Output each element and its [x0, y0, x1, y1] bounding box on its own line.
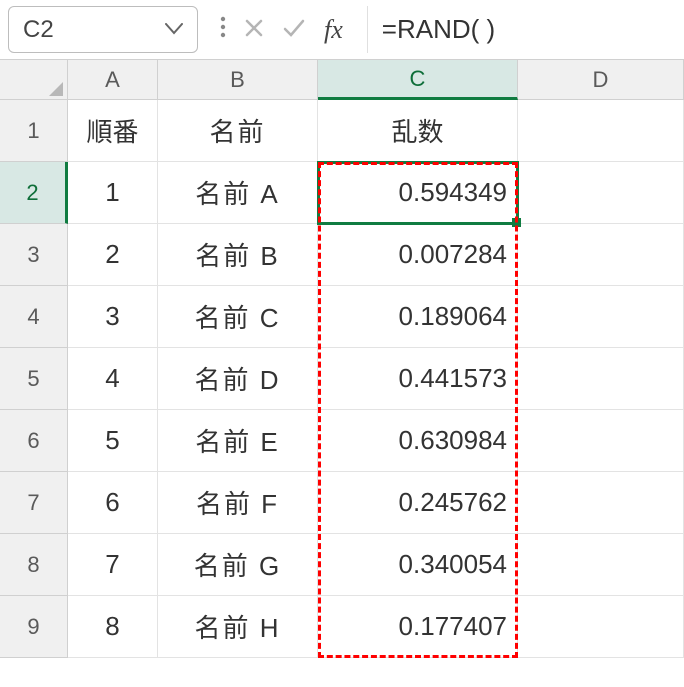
- cell-B6[interactable]: 名前 E: [158, 410, 318, 472]
- cell-D9[interactable]: [518, 596, 684, 658]
- cell-C8[interactable]: 0.340054: [318, 534, 518, 596]
- cell-A9[interactable]: 8: [68, 596, 158, 658]
- cell-B8[interactable]: 名前 G: [158, 534, 318, 596]
- cell-C7[interactable]: 0.245762: [318, 472, 518, 534]
- cell-C4[interactable]: 0.189064: [318, 286, 518, 348]
- row-header-5[interactable]: 5: [0, 348, 68, 410]
- table-row: 3 2 名前 B 0.007284: [0, 224, 684, 286]
- formula-input[interactable]: =RAND( ): [367, 6, 684, 53]
- cell-D4[interactable]: [518, 286, 684, 348]
- row-header-7[interactable]: 7: [0, 472, 68, 534]
- cell-D8[interactable]: [518, 534, 684, 596]
- cell-C9[interactable]: 0.177407: [318, 596, 518, 658]
- cell-D5[interactable]: [518, 348, 684, 410]
- cell-D2[interactable]: [518, 162, 684, 224]
- cell-C1[interactable]: 乱数: [318, 100, 518, 162]
- formula-text: =RAND( ): [382, 14, 495, 45]
- cell-B5[interactable]: 名前 D: [158, 348, 318, 410]
- column-header-A[interactable]: A: [68, 60, 158, 100]
- cell-B4[interactable]: 名前 C: [158, 286, 318, 348]
- grid: A B C D 1 順番 名前 乱数 2 1 名前 A 0.594349 3 2…: [0, 60, 684, 658]
- cell-A7[interactable]: 6: [68, 472, 158, 534]
- row-header-4[interactable]: 4: [0, 286, 68, 348]
- row-header-3[interactable]: 3: [0, 224, 68, 286]
- cell-D7[interactable]: [518, 472, 684, 534]
- table-row: 5 4 名前 D 0.441573: [0, 348, 684, 410]
- cell-D1[interactable]: [518, 100, 684, 162]
- cell-A2[interactable]: 1: [68, 162, 158, 224]
- cell-C3[interactable]: 0.007284: [318, 224, 518, 286]
- row-header-8[interactable]: 8: [0, 534, 68, 596]
- cell-B7[interactable]: 名前 F: [158, 472, 318, 534]
- cell-B2[interactable]: 名前 A: [158, 162, 318, 224]
- table-row: 9 8 名前 H 0.177407: [0, 596, 684, 658]
- cell-A3[interactable]: 2: [68, 224, 158, 286]
- table-row: 7 6 名前 F 0.245762: [0, 472, 684, 534]
- column-header-C[interactable]: C: [318, 60, 518, 100]
- cell-D3[interactable]: [518, 224, 684, 286]
- cell-B3[interactable]: 名前 B: [158, 224, 318, 286]
- cell-D6[interactable]: [518, 410, 684, 472]
- enter-icon[interactable]: [282, 14, 306, 45]
- column-header-D[interactable]: D: [518, 60, 684, 100]
- row-header-9[interactable]: 9: [0, 596, 68, 658]
- cell-A6[interactable]: 5: [68, 410, 158, 472]
- more-options-icon[interactable]: [220, 14, 226, 45]
- column-header-B[interactable]: B: [158, 60, 318, 100]
- fx-icon[interactable]: fx: [324, 15, 353, 45]
- cell-A4[interactable]: 3: [68, 286, 158, 348]
- formula-bar: C2 fx =RAND( ): [0, 0, 684, 60]
- table-row: 2 1 名前 A 0.594349: [0, 162, 684, 224]
- cancel-icon[interactable]: [244, 14, 264, 45]
- table-row: 6 5 名前 E 0.630984: [0, 410, 684, 472]
- row-header-2[interactable]: 2: [0, 162, 68, 224]
- name-box-value: C2: [23, 16, 54, 44]
- row-header-6[interactable]: 6: [0, 410, 68, 472]
- select-all-corner[interactable]: [0, 60, 68, 100]
- cell-C2[interactable]: 0.594349: [318, 162, 518, 224]
- chevron-down-icon[interactable]: [165, 18, 183, 41]
- cell-B9[interactable]: 名前 H: [158, 596, 318, 658]
- table-row: 8 7 名前 G 0.340054: [0, 534, 684, 596]
- row-header-1[interactable]: 1: [0, 100, 68, 162]
- cell-A5[interactable]: 4: [68, 348, 158, 410]
- cell-C5[interactable]: 0.441573: [318, 348, 518, 410]
- cell-A8[interactable]: 7: [68, 534, 158, 596]
- cell-A1[interactable]: 順番: [68, 100, 158, 162]
- cell-B1[interactable]: 名前: [158, 100, 318, 162]
- cell-C6[interactable]: 0.630984: [318, 410, 518, 472]
- name-box[interactable]: C2: [8, 6, 198, 53]
- table-row: 4 3 名前 C 0.189064: [0, 286, 684, 348]
- formula-bar-buttons: fx: [206, 0, 367, 59]
- column-headers: A B C D: [0, 60, 684, 100]
- table-row: 1 順番 名前 乱数: [0, 100, 684, 162]
